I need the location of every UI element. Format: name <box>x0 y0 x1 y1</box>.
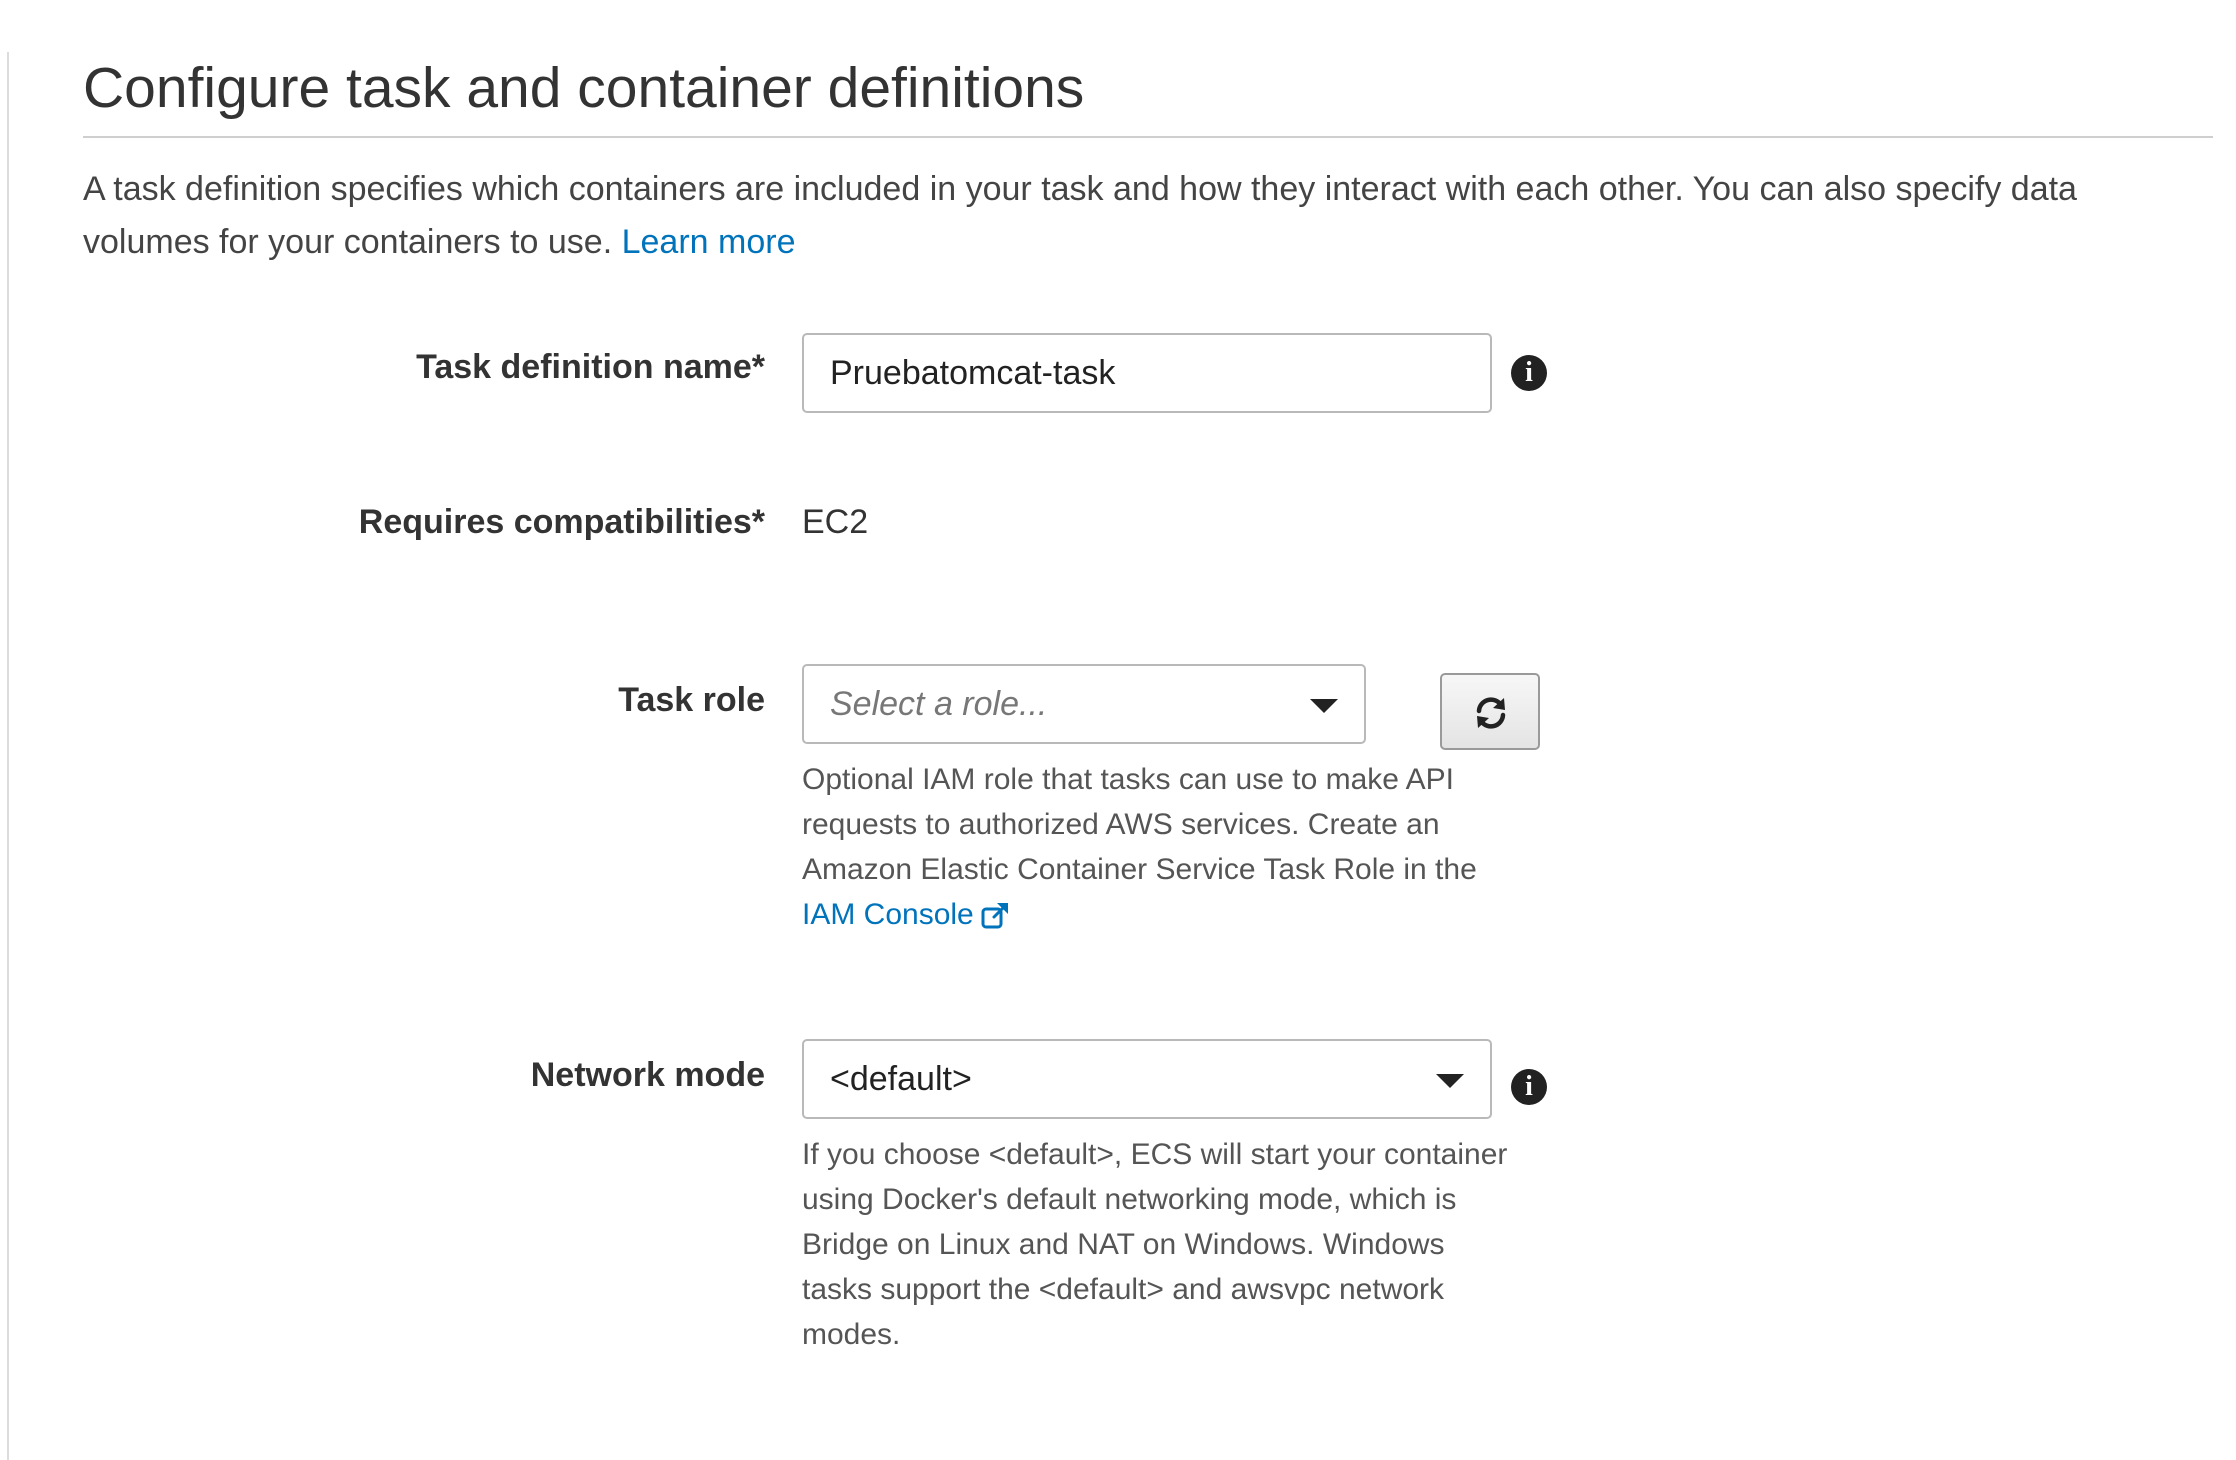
network-mode-label: Network mode <box>530 1056 765 1094</box>
network-mode-value: <default> <box>830 1060 972 1098</box>
chevron-down-icon <box>1436 1074 1464 1088</box>
requires-compatibilities-value: EC2 <box>802 503 869 541</box>
network-mode-select[interactable]: <default> <box>802 1039 1492 1119</box>
network-mode-help: If you choose <default>, ECS will start … <box>802 1138 1508 1351</box>
info-icon[interactable]: i <box>1511 355 1547 391</box>
page-title: Configure task and container definitions <box>83 56 1085 120</box>
iam-console-link[interactable]: IAM Console <box>802 898 1010 931</box>
refresh-icon <box>1476 697 1506 729</box>
task-definition-name-input[interactable] <box>802 333 1492 413</box>
intro-text: A task definition specifies which contai… <box>83 170 2077 261</box>
left-panel-border <box>7 52 9 1460</box>
task-role-label: Task role <box>618 681 765 719</box>
task-definition-name-label: Task definition name* <box>416 348 765 386</box>
task-role-help: Optional IAM role that tasks can use to … <box>802 757 1522 937</box>
learn-more-link[interactable]: Learn more <box>622 223 796 261</box>
page: Configure task and container definitions… <box>0 0 2236 1460</box>
iam-console-link-label: IAM Console <box>802 898 974 931</box>
task-role-placeholder: Select a role... <box>830 685 1048 723</box>
external-link-icon <box>981 903 1008 929</box>
refresh-roles-button[interactable] <box>1440 673 1540 750</box>
chevron-down-icon <box>1310 699 1338 713</box>
requires-compatibilities-label: Requires compatibilities* <box>358 503 765 541</box>
intro-paragraph: A task definition specifies which contai… <box>83 163 2183 269</box>
task-role-select[interactable]: Select a role... <box>802 664 1366 744</box>
info-icon[interactable]: i <box>1511 1069 1547 1105</box>
title-divider <box>83 136 2213 138</box>
task-role-help-text: Optional IAM role that tasks can use to … <box>802 763 1477 886</box>
